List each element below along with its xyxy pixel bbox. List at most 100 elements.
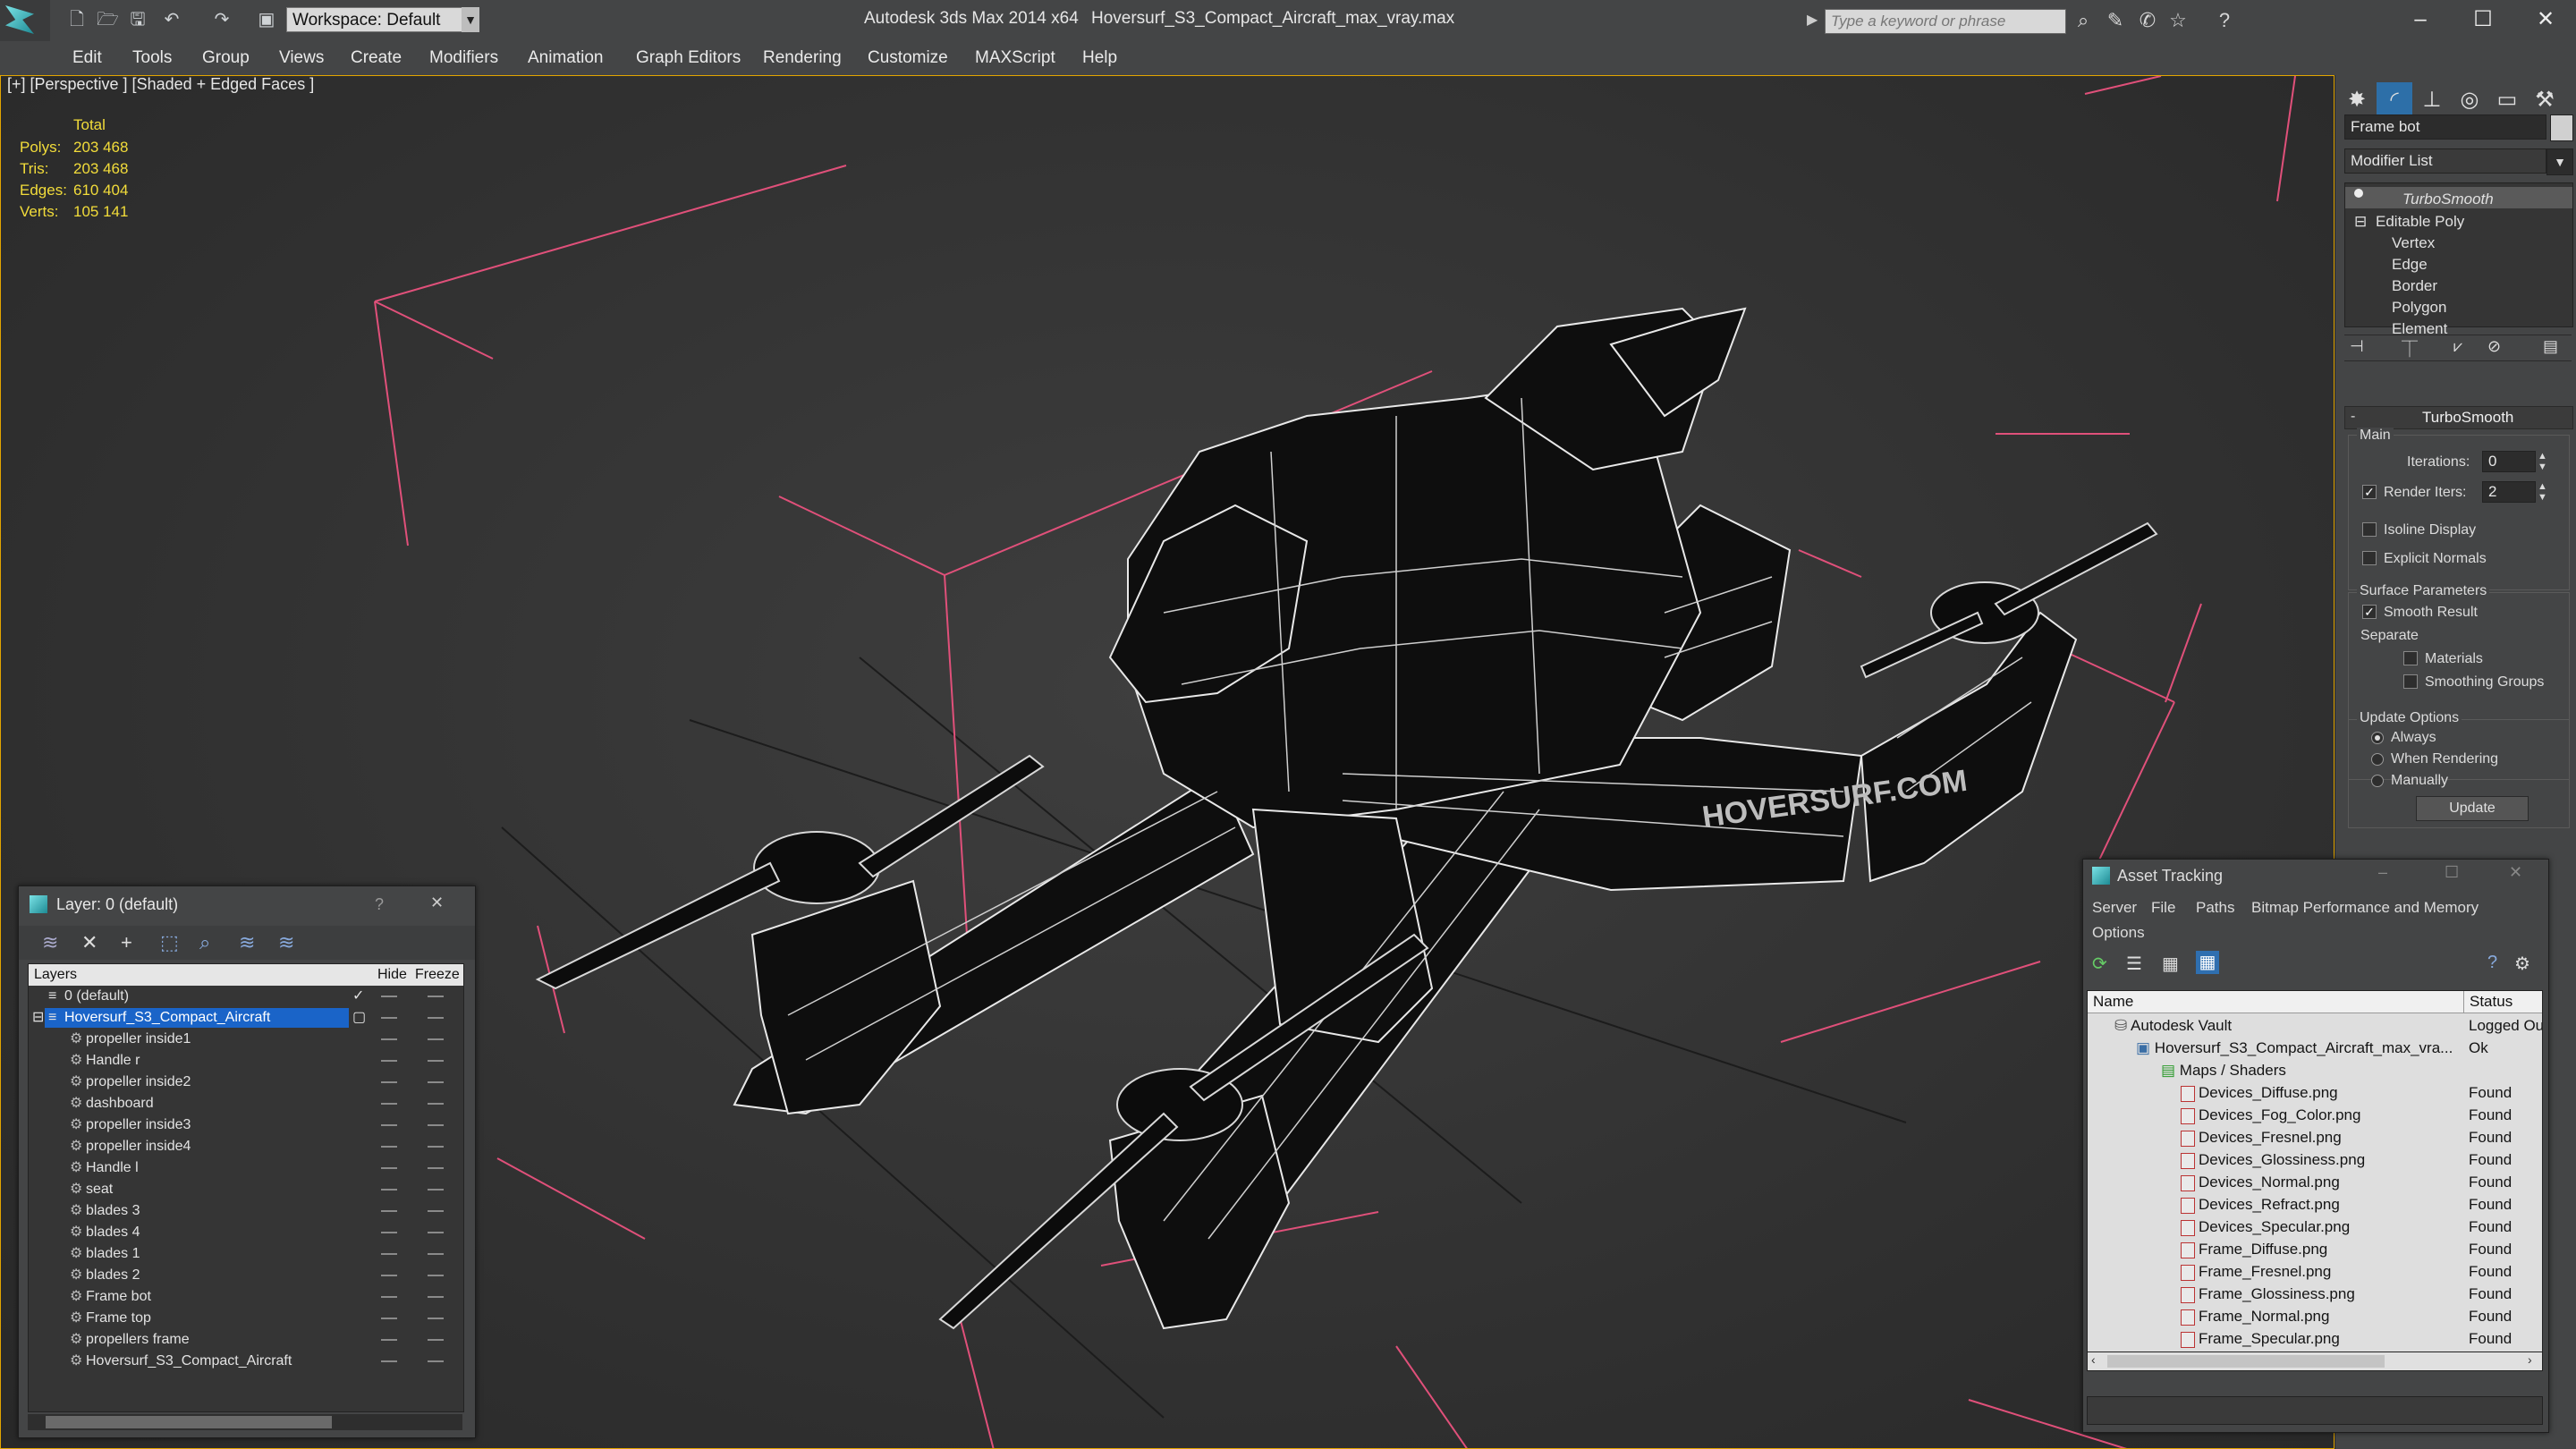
utilities-tab-icon[interactable]: ⚒: [2527, 82, 2563, 118]
freeze-toggle[interactable]: [428, 1275, 444, 1276]
object-color-swatch[interactable]: [2550, 114, 2573, 141]
current-layer-icon[interactable]: ▢: [352, 1007, 366, 1029]
asset-row-map[interactable]: Frame_Fresnel.png Found: [2088, 1260, 2542, 1283]
update-when-rendering-radio[interactable]: [2371, 753, 2384, 766]
freeze-toggle[interactable]: [428, 1360, 444, 1362]
search-input[interactable]: Type a keyword or phrase: [1825, 9, 2066, 34]
layer-object-row[interactable]: ⚙ Frame top: [29, 1308, 462, 1329]
layer-object-row[interactable]: ⚙ dashboard: [29, 1093, 462, 1114]
status-column-header[interactable]: Status: [2463, 991, 2512, 1013]
select-objects-icon[interactable]: ⬚: [160, 931, 179, 954]
smoothing-groups-checkbox[interactable]: [2403, 674, 2418, 689]
asset-row-map[interactable]: Devices_Diffuse.png Found: [2088, 1081, 2542, 1104]
configure-sets-icon[interactable]: ▤: [2543, 337, 2558, 356]
asset-row-map[interactable]: Frame_Normal.png Found: [2088, 1305, 2542, 1327]
freeze-toggle[interactable]: [428, 1103, 444, 1105]
save-file-icon[interactable]: 🖫: [127, 9, 148, 30]
scrollbar-thumb[interactable]: [46, 1416, 332, 1428]
freeze-toggle[interactable]: [428, 1318, 444, 1319]
explicit-normals-checkbox[interactable]: [2362, 551, 2377, 565]
maximize-icon[interactable]: ☐: [2445, 863, 2459, 882]
hide-toggle[interactable]: [381, 1167, 397, 1169]
make-unique-icon[interactable]: ⩗: [2453, 337, 2462, 356]
asset-row-map[interactable]: Frame_Specular.png Found: [2088, 1327, 2542, 1350]
menu-edit[interactable]: Edit: [72, 41, 102, 75]
hide-toggle[interactable]: [381, 1124, 397, 1126]
asset-row-map[interactable]: Devices_Normal.png Found: [2088, 1171, 2542, 1193]
stack-item-border[interactable]: Border: [2392, 277, 2437, 295]
close-icon[interactable]: ✕: [430, 894, 444, 912]
update-always-radio[interactable]: [2371, 732, 2384, 744]
layers-column-header[interactable]: Layers: [34, 964, 77, 986]
render-iters-spinner[interactable]: 2: [2482, 481, 2536, 503]
favorites-star-icon[interactable]: ☆: [2166, 9, 2190, 32]
hierarchy-tab-icon[interactable]: ⊥: [2414, 82, 2450, 118]
maximize-icon[interactable]: ☐: [2456, 4, 2510, 36]
freeze-toggle[interactable]: [428, 1296, 444, 1298]
layer-object-row[interactable]: ⚙ Handle l: [29, 1157, 462, 1179]
hide-column-header[interactable]: Hide: [377, 964, 407, 986]
update-manually-radio[interactable]: [2371, 775, 2384, 787]
update-button[interactable]: Update: [2416, 796, 2529, 821]
refresh-icon[interactable]: ⟳: [2092, 953, 2107, 975]
asset-row-maps-folder[interactable]: ▤ Maps / Shaders: [2088, 1059, 2542, 1081]
asset-path-field[interactable]: [2087, 1396, 2543, 1425]
menu-create[interactable]: Create: [351, 41, 402, 75]
hide-toggle[interactable]: [381, 1275, 397, 1276]
name-column-header[interactable]: Name: [2093, 991, 2133, 1013]
modifier-list-dropdown[interactable]: Modifier List: [2344, 148, 2546, 174]
thumbnail-view-icon[interactable]: ▦: [2162, 953, 2179, 975]
spinner-arrows-icon[interactable]: ▲ ▼: [2538, 481, 2547, 503]
active-layer-check-icon[interactable]: ✓: [352, 986, 364, 1007]
layer-object-row[interactable]: ⚙ propeller inside3: [29, 1114, 462, 1136]
asset-row-map[interactable]: Frame_Glossiness.png Found: [2088, 1283, 2542, 1305]
asset-row-scene-file[interactable]: ▣ Hoversurf_S3_Compact_Aircraft_max_vra.…: [2088, 1037, 2542, 1059]
play-arrow-icon[interactable]: ▶: [1807, 11, 1818, 29]
scrollbar-thumb[interactable]: [2107, 1355, 2385, 1368]
menu-modifiers[interactable]: Modifiers: [429, 41, 498, 75]
freeze-toggle[interactable]: [428, 1189, 444, 1191]
hide-toggle[interactable]: [381, 1189, 397, 1191]
hide-toggle[interactable]: [381, 1210, 397, 1212]
close-icon[interactable]: ✕: [2519, 4, 2572, 36]
asset-row-map[interactable]: Devices_Fog_Color.png Found: [2088, 1104, 2542, 1126]
viewport-label[interactable]: [+] [Perspective ] [Shaded + Edged Faces…: [7, 75, 314, 94]
layer-object-row[interactable]: ⚙ blades 4: [29, 1222, 462, 1243]
menu-tools[interactable]: Tools: [132, 41, 172, 75]
undo-icon[interactable]: ↶: [161, 9, 182, 30]
app-menu-button[interactable]: [0, 0, 50, 41]
scroll-right-icon[interactable]: ›: [2528, 1352, 2532, 1367]
freeze-toggle[interactable]: [428, 1210, 444, 1212]
freeze-toggle[interactable]: [428, 1253, 444, 1255]
hide-toggle[interactable]: [381, 1060, 397, 1062]
subscription-icon[interactable]: ✎: [2104, 9, 2127, 32]
list-view-icon[interactable]: ☰: [2126, 953, 2142, 975]
spinner-arrows-icon[interactable]: ▲ ▼: [2538, 451, 2547, 472]
modify-tab-icon[interactable]: ◜: [2377, 82, 2412, 118]
hide-toggle[interactable]: [381, 1146, 397, 1148]
asset-horizontal-scrollbar[interactable]: ‹ ›: [2087, 1352, 2543, 1371]
close-icon[interactable]: ✕: [2509, 863, 2522, 882]
light-bulb-icon[interactable]: [2354, 189, 2363, 198]
freeze-toggle[interactable]: [428, 1167, 444, 1169]
layer-object-row[interactable]: ⚙ blades 1: [29, 1243, 462, 1265]
freeze-toggle[interactable]: [428, 1146, 444, 1148]
asset-menu-bitmap[interactable]: Bitmap Performance and Memory: [2251, 899, 2479, 917]
layer-object-row[interactable]: ⚙ Handle r: [29, 1050, 462, 1072]
horizontal-scrollbar[interactable]: [28, 1414, 462, 1430]
smooth-result-checkbox[interactable]: ✓: [2362, 605, 2377, 619]
layer-row-hoversurf[interactable]: ⊟ ≡ Hoversurf_S3_Compact_Aircraft ▢: [29, 1007, 462, 1029]
hide-toggle[interactable]: [381, 1253, 397, 1255]
expand-minus-icon[interactable]: ⊟: [32, 1007, 44, 1029]
hide-toggle[interactable]: [381, 1038, 397, 1040]
binoculars-icon[interactable]: ⌕: [2072, 9, 2095, 32]
layer-object-row[interactable]: ⚙ Hoversurf_S3_Compact_Aircraft: [29, 1351, 462, 1372]
layer-object-row[interactable]: ⚙ seat: [29, 1179, 462, 1200]
help-button[interactable]: ?: [375, 895, 384, 914]
asset-menu-options[interactable]: Options: [2092, 924, 2145, 942]
layer-object-row[interactable]: ⚙ blades 3: [29, 1200, 462, 1222]
new-file-icon[interactable]: 🗋: [66, 9, 88, 30]
stack-item-vertex[interactable]: Vertex: [2392, 234, 2435, 252]
menu-animation[interactable]: Animation: [528, 41, 604, 75]
freeze-toggle[interactable]: [428, 1124, 444, 1126]
